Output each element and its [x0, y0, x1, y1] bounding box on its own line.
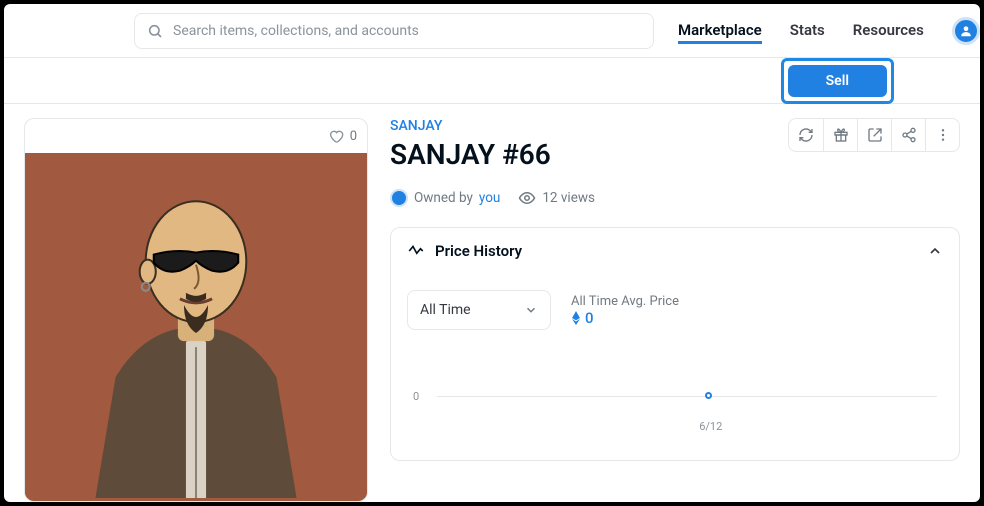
more-vertical-icon: [935, 127, 951, 143]
item-details: SANJAY SANJAY #66 Owned by you: [390, 118, 960, 502]
favorite-count: 0: [350, 129, 357, 144]
more-button[interactable]: [925, 119, 959, 151]
price-history-body: All Time All Time Avg. Price 0 0: [391, 274, 959, 460]
price-history-header[interactable]: Price History: [391, 228, 959, 274]
search-box[interactable]: [134, 13, 654, 49]
nav-marketplace[interactable]: Marketplace: [678, 18, 762, 44]
chart-y-tick: 0: [413, 390, 419, 403]
top-nav: Marketplace Stats Resources: [678, 17, 980, 45]
activity-icon: [407, 242, 425, 260]
gift-icon: [833, 127, 849, 143]
avg-price-value: 0: [571, 309, 679, 327]
owned-by-chip: Owned by you: [390, 189, 500, 207]
price-history-panel: Price History All Time All Time Avg. Pri…: [390, 227, 960, 461]
chart-axis: [437, 396, 937, 397]
refresh-icon: [798, 127, 814, 143]
share-button[interactable]: [891, 119, 925, 151]
external-link-icon: [867, 127, 883, 143]
avg-price-label: All Time Avg. Price: [571, 294, 679, 309]
search-input[interactable]: [173, 23, 641, 39]
nft-card-toolbar: 0: [25, 119, 367, 153]
refresh-button[interactable]: [789, 119, 823, 151]
nft-image[interactable]: [25, 153, 367, 501]
chevron-up-icon: [927, 243, 943, 259]
chart-x-tick: 6/12: [699, 420, 722, 433]
profile-icon: [959, 24, 973, 38]
heart-icon[interactable]: [328, 128, 344, 144]
sell-button[interactable]: Sell: [788, 65, 887, 97]
owner-avatar-icon: [390, 189, 408, 207]
nav-stats[interactable]: Stats: [790, 21, 825, 41]
views-chip: 12 views: [518, 189, 595, 207]
nav-resources[interactable]: Resources: [853, 21, 924, 41]
chart-data-point: [705, 392, 712, 399]
main-content: 0: [4, 104, 980, 502]
chevron-down-icon: [524, 303, 538, 317]
share-icon: [901, 127, 917, 143]
top-header: Marketplace Stats Resources: [4, 4, 980, 58]
views-count: 12 views: [542, 190, 595, 206]
time-range-select[interactable]: All Time: [407, 290, 551, 330]
eth-icon: [571, 311, 581, 325]
price-history-chart: 0 6/12: [413, 342, 943, 452]
item-title: SANJAY #66: [390, 138, 551, 171]
search-icon: [147, 23, 163, 39]
avg-price-block: All Time Avg. Price 0: [571, 294, 679, 327]
item-action-toolbar: [788, 118, 960, 152]
sell-highlight: Sell: [781, 58, 894, 104]
avg-price-number: 0: [585, 309, 594, 327]
profile-avatar[interactable]: [952, 17, 980, 45]
owned-by-label: Owned by: [414, 190, 473, 206]
owner-row: Owned by you 12 views: [390, 189, 960, 207]
sell-bar: Sell: [4, 58, 980, 104]
transfer-button[interactable]: [823, 119, 857, 151]
time-range-value: All Time: [420, 302, 471, 318]
price-history-title: Price History: [435, 242, 522, 260]
nft-media-card: 0: [24, 118, 368, 502]
eye-icon: [518, 189, 536, 207]
collection-link[interactable]: SANJAY: [390, 118, 551, 134]
external-link-button[interactable]: [857, 119, 891, 151]
nft-artwork: [25, 153, 367, 501]
owner-link[interactable]: you: [479, 190, 500, 206]
